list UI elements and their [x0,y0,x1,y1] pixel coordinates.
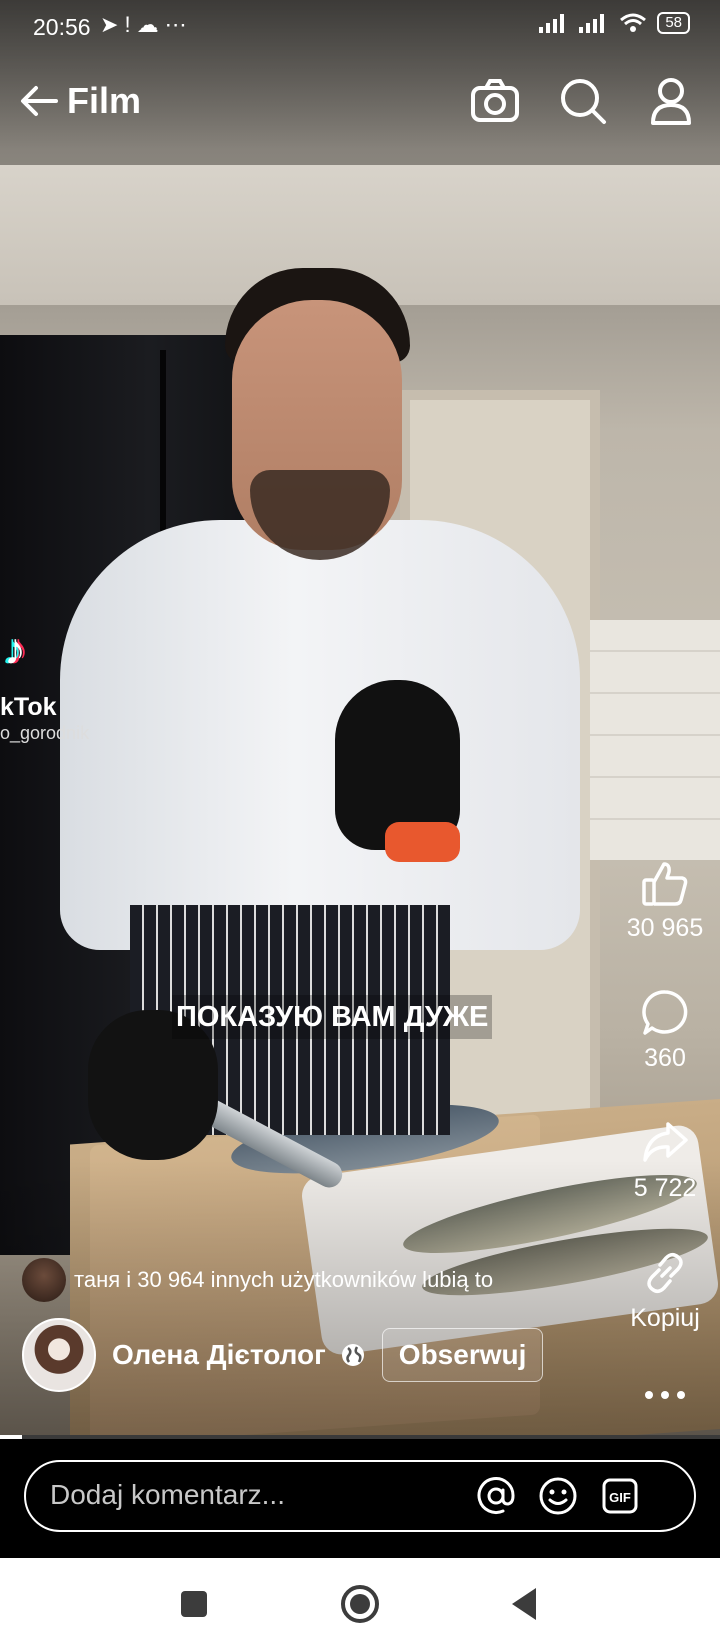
video-caption: ПОКАЗУЮ ВАМ ДУЖЕ [172,995,493,1039]
video-progress-bar[interactable] [0,1435,720,1439]
avatar[interactable] [22,1318,96,1392]
cloud-icon: ☁ [136,12,165,37]
signal-icon [579,14,605,33]
likes-summary[interactable]: таня і 30 964 innych użytkowników lubią … [22,1257,493,1303]
like-button[interactable]: 30 965 [610,858,720,943]
more-dots-icon [645,1391,685,1399]
tiktok-watermark: ♪ kTok o_gorodnik [0,625,120,745]
liker-avatar [22,1258,66,1302]
share-button[interactable]: 5 722 [610,1118,720,1203]
watermark-handle: o_gorodnik [0,723,90,743]
mention-icon[interactable] [474,1474,518,1518]
system-navigation-bar [0,1558,720,1650]
status-time: 20:56 [33,14,91,40]
back-nav-icon[interactable] [502,1580,550,1628]
progress-fill [0,1435,22,1439]
telegram-icon: ➤ [100,12,125,37]
gif-icon[interactable]: GIF [598,1474,642,1518]
battery-indicator: 58 [657,12,690,34]
comment-input[interactable]: Dodaj komentarz... GIF [24,1460,696,1532]
thumbs-up-icon [642,862,688,906]
signal-icon [539,14,565,33]
tiktok-logo-icon: ♪ [4,625,26,674]
search-icon[interactable] [556,74,610,128]
share-count: 5 722 [633,1174,697,1202]
page-title: Film [67,80,142,121]
copy-link-button[interactable]: Kopiuj [610,1248,720,1333]
copy-label: Kopiuj [630,1304,700,1332]
comment-button[interactable]: 360 [610,988,720,1073]
likes-text: таня і 30 964 innych użytkowników lubią … [74,1267,494,1292]
comment-bar: Dodaj komentarz... GIF [0,1440,720,1558]
svg-text:GIF: GIF [609,1490,631,1505]
comment-count: 360 [644,1044,686,1072]
recent-apps-icon[interactable] [170,1580,218,1628]
follow-button[interactable]: Obserwuj [381,1328,544,1382]
profile-icon[interactable] [644,74,698,128]
more-options-button[interactable] [610,1385,720,1405]
globe-icon [341,1344,364,1366]
video-player[interactable]: ♪ kTok o_gorodnik ПОКАЗУЮ ВАМ ДУЖЕ [0,0,720,1438]
home-icon[interactable] [336,1580,384,1628]
comment-placeholder: Dodaj komentarz... [50,1479,285,1510]
emoji-icon[interactable] [536,1474,580,1518]
watermark-brand: kTok [0,693,57,721]
comment-bubble-icon [642,990,688,1035]
camera-icon[interactable] [468,74,522,128]
alert-icon: ! [124,12,137,37]
wifi-icon [620,13,647,32]
link-icon [647,1253,683,1293]
status-bar: 20:56 ➤!☁⋯ 58 [0,0,720,54]
back-arrow-icon[interactable] [16,78,62,124]
author-name[interactable]: Олена Дієтолог [112,1339,326,1371]
author-row: Олена Дієтолог Obserwuj [22,1318,544,1392]
more-icon: ⋯ [164,12,193,37]
share-arrow-icon [643,1122,688,1162]
top-bar: Film [0,68,720,138]
like-count: 30 965 [626,914,704,942]
